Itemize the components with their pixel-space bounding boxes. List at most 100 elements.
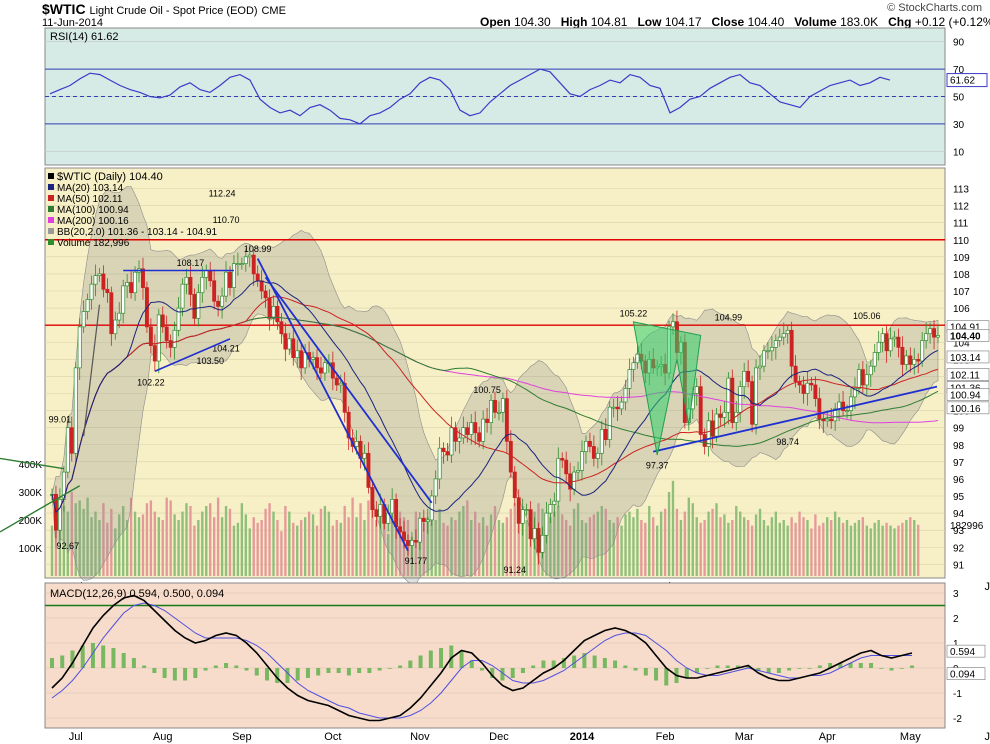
price-annotation: 112.24 <box>209 188 236 198</box>
price-tick-label: 111 <box>953 219 969 230</box>
volume-bar <box>181 511 184 576</box>
macd-histogram-bar <box>776 668 781 673</box>
price-annotation: 98.74 <box>776 437 799 447</box>
candle-body <box>184 276 189 285</box>
candle-body <box>378 504 383 517</box>
candle-body <box>465 427 470 435</box>
macd-histogram-bar <box>131 658 136 668</box>
candle-body <box>726 377 731 413</box>
candle-body <box>710 420 715 437</box>
candle-body <box>295 350 300 358</box>
macd-histogram-bar <box>807 668 812 669</box>
volume-bar <box>193 525 196 576</box>
volume-bar <box>197 520 200 576</box>
legend-swatch <box>48 217 54 223</box>
price-annotation: 99.01 <box>49 414 72 424</box>
volume-bar <box>778 522 781 576</box>
volume-bar <box>248 528 251 576</box>
legend-label: Volume 182,996 <box>57 238 130 249</box>
volume-bar <box>655 525 659 576</box>
candle-body <box>849 396 853 411</box>
rsi-value-label: 61.62 <box>950 76 975 87</box>
macd-histogram-bar <box>162 668 167 678</box>
price-tick-label: 107 <box>953 287 970 298</box>
volume-bar <box>731 520 734 576</box>
volume-bar <box>727 522 730 576</box>
price-annotation: 91.77 <box>405 556 428 566</box>
legend-swatch <box>48 195 54 201</box>
volume-bar <box>161 520 164 576</box>
price-tick-label: 98 <box>953 441 965 452</box>
volume-bar <box>739 511 742 576</box>
macd-histogram-bar <box>817 665 822 668</box>
candle-body <box>409 540 414 546</box>
candle-body <box>789 329 794 367</box>
candle-body <box>916 358 921 362</box>
volume-bar <box>885 522 888 576</box>
volume-bar <box>351 497 354 576</box>
macd-histogram-bar <box>428 650 433 668</box>
volume-bar <box>367 500 370 576</box>
volume-last-label: 182996 <box>950 521 984 532</box>
candle-body <box>354 440 359 447</box>
volume-bar <box>893 528 896 576</box>
volume-bar <box>137 517 141 576</box>
candle-body <box>552 500 557 505</box>
macd-histogram-bar <box>459 650 464 668</box>
legend-label: MA(100) 100.94 <box>57 205 129 216</box>
volume-bar <box>841 522 845 576</box>
candle-body <box>97 273 102 276</box>
volume-bar <box>327 511 331 576</box>
candle-body <box>801 384 806 394</box>
volume-bar <box>343 506 346 576</box>
volume-bar <box>818 525 821 576</box>
volume-bar <box>652 517 655 576</box>
candle-body <box>706 420 711 447</box>
candle-body <box>370 487 375 511</box>
volume-bar <box>335 520 338 576</box>
candle-body <box>247 254 252 258</box>
volume-bar <box>644 522 647 576</box>
volume-bar <box>240 503 244 576</box>
candle-body <box>259 280 264 292</box>
candle-body <box>235 263 240 266</box>
legend-swatch <box>48 239 54 245</box>
price-tick-label: 99 <box>953 424 965 435</box>
volume-bar <box>905 520 908 576</box>
candle-body <box>168 340 173 348</box>
candle-body <box>125 282 130 287</box>
volume-bar <box>149 500 153 576</box>
candle-body <box>271 306 276 319</box>
volume-bar <box>691 503 694 576</box>
volume-bar <box>628 511 631 576</box>
candle-body <box>623 388 628 403</box>
volume-bar <box>719 517 722 576</box>
volume-bar <box>746 520 750 576</box>
volume-bar <box>280 531 283 576</box>
volume-bar <box>889 525 892 576</box>
price-chart: 907050301061.62RSI(14) 61.62113112111110… <box>0 27 990 743</box>
volume-bar <box>897 525 900 576</box>
candle-body <box>671 321 675 328</box>
macd-x-axis-label: Jul <box>69 731 83 743</box>
candle-body <box>263 290 268 299</box>
volume-bar <box>497 520 501 576</box>
volume-bar <box>212 517 216 576</box>
candle-body <box>769 347 774 352</box>
candle-body <box>718 413 723 418</box>
candle-body <box>698 386 703 435</box>
macd-histogram-bar <box>797 668 802 669</box>
legend-label: MA(20) 103.14 <box>57 183 124 194</box>
price-tick-label: 95 <box>953 492 965 503</box>
volume-bar <box>683 511 687 576</box>
rsi-tick-label: 10 <box>953 147 965 158</box>
volume-bar <box>284 506 287 576</box>
candle-body <box>817 398 822 420</box>
candle-body <box>160 314 165 328</box>
candle-body <box>101 273 106 290</box>
macd-histogram-bar <box>50 658 54 668</box>
volume-bar <box>743 517 746 576</box>
legend-label: MA(50) 102.11 <box>57 194 123 205</box>
candle-body <box>813 384 818 399</box>
candle-body <box>121 285 126 314</box>
